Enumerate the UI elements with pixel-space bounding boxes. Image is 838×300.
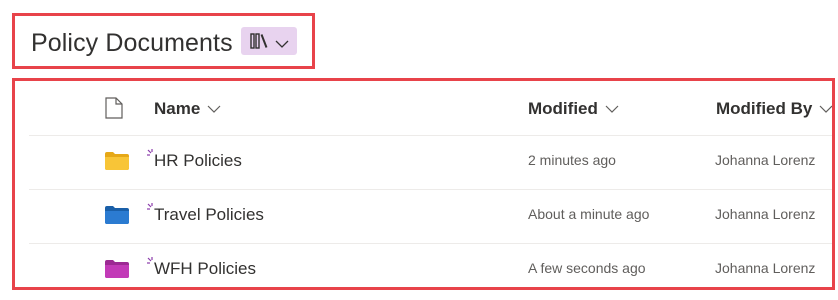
document-list: Name Modified Modified By HR Policies 2 … <box>12 78 835 290</box>
view-switcher-button[interactable] <box>241 27 297 55</box>
title-region: Policy Documents <box>12 13 315 69</box>
modified-by-user[interactable]: Johanna Lorenz <box>715 260 815 276</box>
column-header-label: Name <box>154 99 201 118</box>
file-name-link[interactable]: WFH Policies <box>154 259 256 279</box>
column-header-name[interactable]: Name <box>154 99 221 119</box>
chevron-down-icon <box>275 36 289 54</box>
column-header-modified[interactable]: Modified <box>528 99 619 119</box>
column-header-label: Modified By <box>716 99 813 118</box>
modified-time: 2 minutes ago <box>528 152 616 168</box>
column-header-label: Modified <box>528 99 598 118</box>
page-title: Policy Documents <box>31 29 233 57</box>
document-icon[interactable] <box>105 97 123 124</box>
modified-time: About a minute ago <box>528 206 650 222</box>
modified-time: A few seconds ago <box>528 260 646 276</box>
table-row[interactable]: WFH Policies A few seconds ago Johanna L… <box>15 244 832 287</box>
modified-by-user[interactable]: Johanna Lorenz <box>715 152 815 168</box>
chevron-down-icon <box>819 99 832 119</box>
column-header-modified-by[interactable]: Modified By <box>716 99 832 119</box>
file-name-link[interactable]: Travel Policies <box>154 205 264 225</box>
file-name-link[interactable]: HR Policies <box>154 151 242 171</box>
folder-icon <box>105 206 129 229</box>
chevron-down-icon <box>605 99 619 119</box>
table-row[interactable]: HR Policies 2 minutes ago Johanna Lorenz <box>15 136 832 189</box>
library-icon <box>250 33 270 54</box>
folder-icon <box>105 260 129 283</box>
table-row[interactable]: Travel Policies About a minute ago Johan… <box>15 190 832 243</box>
modified-by-user[interactable]: Johanna Lorenz <box>715 206 815 222</box>
column-header-row: Name Modified Modified By <box>15 81 832 137</box>
folder-icon <box>105 152 129 175</box>
chevron-down-icon <box>207 99 221 119</box>
